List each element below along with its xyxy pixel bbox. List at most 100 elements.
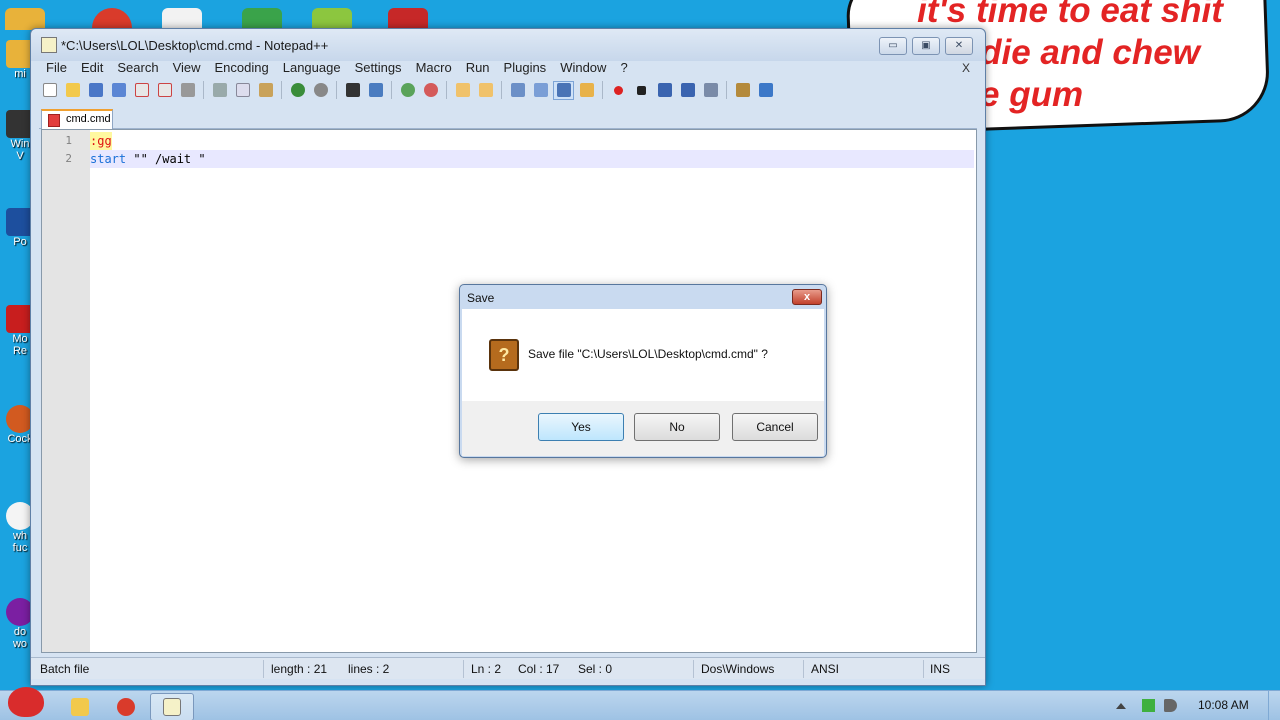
show-hidden-icons-icon[interactable] bbox=[1116, 703, 1126, 709]
status-language: Batch file bbox=[40, 662, 90, 676]
new-file-button[interactable] bbox=[39, 81, 60, 100]
system-tray bbox=[1100, 691, 1280, 720]
cancel-button[interactable]: Cancel bbox=[732, 413, 818, 441]
close-document-button[interactable]: X bbox=[962, 61, 970, 75]
desktop-icon-6[interactable] bbox=[388, 8, 428, 30]
line-number: 1 bbox=[65, 134, 72, 147]
status-divider bbox=[923, 660, 924, 678]
tab-cmd[interactable]: cmd.cmd bbox=[41, 109, 113, 130]
zoom-in-button[interactable] bbox=[397, 81, 418, 100]
dialog-close-button[interactable]: x bbox=[792, 289, 822, 305]
find-button[interactable] bbox=[342, 81, 363, 100]
replace-button[interactable] bbox=[365, 81, 386, 100]
save-all-button[interactable] bbox=[108, 81, 129, 100]
network-icon[interactable] bbox=[1142, 699, 1155, 712]
run-macro-multiple-button[interactable] bbox=[677, 81, 698, 100]
status-bar: Batch file length : 21 lines : 2 Ln : 2 … bbox=[31, 657, 985, 679]
open-file-button[interactable] bbox=[62, 81, 83, 100]
print-button[interactable] bbox=[177, 81, 198, 100]
close-all-button[interactable] bbox=[154, 81, 175, 100]
taskbar-clock[interactable]: 10:08 AM bbox=[1198, 698, 1249, 712]
status-selection: Sel : 0 bbox=[578, 662, 613, 676]
chrome-icon[interactable] bbox=[92, 8, 132, 30]
code-text: start "" /wait " bbox=[90, 150, 206, 168]
undo-button[interactable] bbox=[287, 81, 308, 100]
top-desktop-icons bbox=[0, 0, 460, 30]
status-line-number: Ln : 2 bbox=[471, 662, 502, 676]
save-macro-button[interactable] bbox=[700, 81, 721, 100]
menu-plugins[interactable]: Plugins bbox=[497, 61, 554, 81]
toolbar-separator bbox=[336, 81, 337, 99]
status-encoding: ANSI bbox=[811, 662, 840, 676]
copy-icon bbox=[235, 83, 250, 97]
menu-file[interactable]: File bbox=[39, 61, 74, 81]
save-all-icon bbox=[111, 83, 126, 97]
taskbar bbox=[0, 690, 1280, 720]
menu-settings[interactable]: Settings bbox=[348, 61, 409, 81]
angry-bird-start-icon bbox=[8, 687, 44, 717]
user-lang-button[interactable] bbox=[576, 81, 597, 100]
sync-horizontal-button[interactable] bbox=[475, 81, 496, 100]
close-button[interactable]: ✕ bbox=[945, 37, 973, 55]
sync-vertical-button[interactable] bbox=[452, 81, 473, 100]
menu-language[interactable]: Language bbox=[276, 61, 348, 81]
copy-button[interactable] bbox=[232, 81, 253, 100]
toolbar-separator bbox=[501, 81, 502, 99]
launch-browser-button[interactable] bbox=[732, 81, 753, 100]
tab-label: cmd.cmd bbox=[66, 113, 111, 125]
taskbar-chrome[interactable] bbox=[104, 693, 148, 720]
start-button[interactable] bbox=[0, 684, 52, 720]
play-macro-button[interactable] bbox=[654, 81, 675, 100]
status-divider bbox=[803, 660, 804, 678]
menu-window[interactable]: Window bbox=[553, 61, 613, 81]
redo-icon bbox=[313, 83, 328, 97]
menu-macro[interactable]: Macro bbox=[409, 61, 459, 81]
paste-button[interactable] bbox=[255, 81, 276, 100]
close-file-button[interactable] bbox=[131, 81, 152, 100]
taskbar-notepadpp[interactable] bbox=[150, 693, 194, 720]
save-button[interactable] bbox=[85, 81, 106, 100]
menu-view[interactable]: View bbox=[166, 61, 208, 81]
save-dialog: Save x ? Save file "C:\Users\LOL\Desktop… bbox=[459, 284, 827, 458]
cut-button[interactable] bbox=[209, 81, 230, 100]
save-icon bbox=[88, 83, 103, 97]
record-macro-button[interactable] bbox=[608, 81, 629, 100]
line-number: 2 bbox=[65, 152, 72, 165]
scissors-icon bbox=[212, 83, 227, 97]
yes-button[interactable]: Yes bbox=[538, 413, 624, 441]
indent-guide-button[interactable] bbox=[553, 80, 574, 100]
new-file-icon bbox=[42, 83, 57, 97]
line-number-gutter bbox=[42, 130, 90, 652]
show-all-chars-button[interactable] bbox=[530, 81, 551, 100]
zoom-in-icon bbox=[400, 83, 415, 97]
title-bar[interactable]: *C:\Users\LOL\Desktop\cmd.cmd - Notepad+… bbox=[31, 29, 985, 61]
menu-encoding[interactable]: Encoding bbox=[208, 61, 276, 81]
shield-icon[interactable] bbox=[242, 8, 282, 30]
dialog-body: ? Save file "C:\Users\LOL\Desktop\cmd.cm… bbox=[462, 309, 824, 401]
menu-edit[interactable]: Edit bbox=[74, 61, 110, 81]
menu-search[interactable]: Search bbox=[110, 61, 165, 81]
volume-icon[interactable] bbox=[1164, 699, 1177, 712]
close-all-icon bbox=[157, 83, 172, 97]
word-wrap-button[interactable] bbox=[507, 81, 528, 100]
menu-help[interactable]: ? bbox=[613, 61, 634, 81]
status-column: Col : 17 bbox=[518, 662, 560, 676]
indent-guide-icon bbox=[556, 83, 571, 97]
desktop-icon-3[interactable] bbox=[162, 8, 202, 30]
toolbar-separator bbox=[391, 81, 392, 99]
taskbar-explorer[interactable] bbox=[58, 693, 102, 720]
toolbar-separator bbox=[726, 81, 727, 99]
sync-vertical-icon bbox=[455, 83, 470, 97]
stop-macro-button[interactable] bbox=[631, 81, 652, 100]
status-length: length : 21 bbox=[271, 662, 328, 676]
editor-line: 1 :gg bbox=[42, 132, 976, 150]
minimize-button[interactable]: ▭ bbox=[879, 37, 907, 55]
zoom-out-button[interactable] bbox=[420, 81, 441, 100]
no-button[interactable]: No bbox=[634, 413, 720, 441]
spell-check-button[interactable] bbox=[755, 81, 776, 100]
restore-button[interactable]: ▣ bbox=[912, 37, 940, 55]
redo-button[interactable] bbox=[310, 81, 331, 100]
angry-birds-pig-icon[interactable] bbox=[312, 8, 352, 30]
show-desktop-button[interactable] bbox=[1268, 691, 1280, 720]
menu-run[interactable]: Run bbox=[459, 61, 497, 81]
